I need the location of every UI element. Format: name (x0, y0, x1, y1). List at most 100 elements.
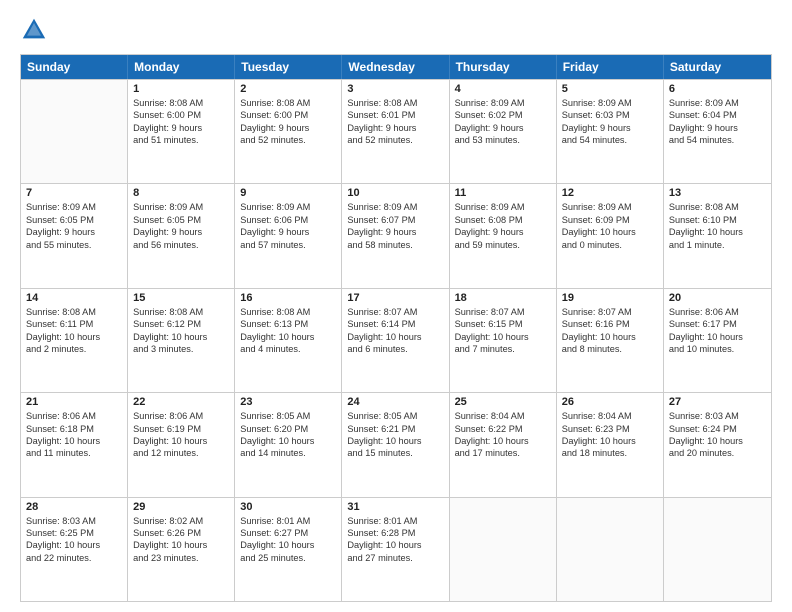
calendar-cell: 1Sunrise: 8:08 AMSunset: 6:00 PMDaylight… (128, 80, 235, 183)
cell-line: and 4 minutes. (240, 343, 336, 355)
calendar-cell: 6Sunrise: 8:09 AMSunset: 6:04 PMDaylight… (664, 80, 771, 183)
cell-line: Sunset: 6:02 PM (455, 109, 551, 121)
cell-line: and 3 minutes. (133, 343, 229, 355)
cell-line: Sunset: 6:24 PM (669, 423, 766, 435)
calendar-cell: 20Sunrise: 8:06 AMSunset: 6:17 PMDayligh… (664, 289, 771, 392)
cell-line: Sunrise: 8:03 AM (26, 515, 122, 527)
cell-line: Sunrise: 8:08 AM (240, 306, 336, 318)
cell-line: Sunset: 6:27 PM (240, 527, 336, 539)
cell-line: Sunrise: 8:09 AM (26, 201, 122, 213)
cell-line: Daylight: 10 hours (562, 331, 658, 343)
cell-line: Sunrise: 8:08 AM (669, 201, 766, 213)
calendar-cell: 9Sunrise: 8:09 AMSunset: 6:06 PMDaylight… (235, 184, 342, 287)
calendar-cell (450, 498, 557, 601)
cell-line: Sunrise: 8:09 AM (133, 201, 229, 213)
cell-line: Daylight: 10 hours (562, 435, 658, 447)
cell-line: Daylight: 10 hours (347, 539, 443, 551)
cell-line: Sunset: 6:08 PM (455, 214, 551, 226)
cell-line: Daylight: 9 hours (455, 122, 551, 134)
cell-line: Daylight: 10 hours (669, 435, 766, 447)
cell-line: and 20 minutes. (669, 447, 766, 459)
day-number: 9 (240, 187, 336, 199)
cell-line: Sunrise: 8:04 AM (455, 410, 551, 422)
calendar-cell: 28Sunrise: 8:03 AMSunset: 6:25 PMDayligh… (21, 498, 128, 601)
day-number: 16 (240, 292, 336, 304)
cell-line: Daylight: 10 hours (455, 435, 551, 447)
calendar-row: 7Sunrise: 8:09 AMSunset: 6:05 PMDaylight… (21, 183, 771, 287)
cell-line: and 52 minutes. (347, 134, 443, 146)
day-number: 4 (455, 83, 551, 95)
cell-line: Daylight: 10 hours (26, 331, 122, 343)
cell-line: and 27 minutes. (347, 552, 443, 564)
cell-line: Sunrise: 8:09 AM (562, 97, 658, 109)
cell-line: and 0 minutes. (562, 239, 658, 251)
calendar-cell: 30Sunrise: 8:01 AMSunset: 6:27 PMDayligh… (235, 498, 342, 601)
cell-line: and 6 minutes. (347, 343, 443, 355)
calendar-row: 14Sunrise: 8:08 AMSunset: 6:11 PMDayligh… (21, 288, 771, 392)
calendar-cell (664, 498, 771, 601)
cell-line: and 57 minutes. (240, 239, 336, 251)
cell-line: and 58 minutes. (347, 239, 443, 251)
calendar-header-cell: Sunday (21, 55, 128, 79)
calendar-cell (21, 80, 128, 183)
cell-line: Sunrise: 8:08 AM (26, 306, 122, 318)
calendar-row: 1Sunrise: 8:08 AMSunset: 6:00 PMDaylight… (21, 79, 771, 183)
cell-line: and 17 minutes. (455, 447, 551, 459)
cell-line: Sunset: 6:22 PM (455, 423, 551, 435)
day-number: 12 (562, 187, 658, 199)
day-number: 18 (455, 292, 551, 304)
calendar-cell: 25Sunrise: 8:04 AMSunset: 6:22 PMDayligh… (450, 393, 557, 496)
cell-line: and 10 minutes. (669, 343, 766, 355)
cell-line: Sunrise: 8:08 AM (347, 97, 443, 109)
cell-line: Sunrise: 8:05 AM (347, 410, 443, 422)
cell-line: Daylight: 10 hours (347, 435, 443, 447)
calendar-cell: 27Sunrise: 8:03 AMSunset: 6:24 PMDayligh… (664, 393, 771, 496)
cell-line: Sunrise: 8:06 AM (669, 306, 766, 318)
day-number: 23 (240, 396, 336, 408)
cell-line: Sunset: 6:14 PM (347, 318, 443, 330)
page: SundayMondayTuesdayWednesdayThursdayFrid… (0, 0, 792, 612)
cell-line: Daylight: 10 hours (26, 435, 122, 447)
calendar-body: 1Sunrise: 8:08 AMSunset: 6:00 PMDaylight… (21, 79, 771, 601)
calendar: SundayMondayTuesdayWednesdayThursdayFrid… (20, 54, 772, 602)
day-number: 22 (133, 396, 229, 408)
cell-line: and 18 minutes. (562, 447, 658, 459)
cell-line: Sunset: 6:00 PM (133, 109, 229, 121)
cell-line: Sunset: 6:04 PM (669, 109, 766, 121)
cell-line: and 59 minutes. (455, 239, 551, 251)
calendar-cell: 31Sunrise: 8:01 AMSunset: 6:28 PMDayligh… (342, 498, 449, 601)
calendar-cell: 21Sunrise: 8:06 AMSunset: 6:18 PMDayligh… (21, 393, 128, 496)
cell-line: Sunset: 6:13 PM (240, 318, 336, 330)
cell-line: Daylight: 10 hours (133, 435, 229, 447)
cell-line: Sunrise: 8:09 AM (240, 201, 336, 213)
cell-line: and 14 minutes. (240, 447, 336, 459)
cell-line: Sunrise: 8:09 AM (455, 201, 551, 213)
cell-line: Sunrise: 8:09 AM (562, 201, 658, 213)
cell-line: Daylight: 9 hours (347, 226, 443, 238)
calendar-cell: 14Sunrise: 8:08 AMSunset: 6:11 PMDayligh… (21, 289, 128, 392)
calendar-cell: 29Sunrise: 8:02 AMSunset: 6:26 PMDayligh… (128, 498, 235, 601)
day-number: 14 (26, 292, 122, 304)
cell-line: Sunrise: 8:01 AM (347, 515, 443, 527)
calendar-cell: 8Sunrise: 8:09 AMSunset: 6:05 PMDaylight… (128, 184, 235, 287)
cell-line: Daylight: 10 hours (133, 539, 229, 551)
day-number: 13 (669, 187, 766, 199)
calendar-cell: 13Sunrise: 8:08 AMSunset: 6:10 PMDayligh… (664, 184, 771, 287)
cell-line: Daylight: 9 hours (133, 226, 229, 238)
day-number: 24 (347, 396, 443, 408)
day-number: 10 (347, 187, 443, 199)
cell-line: and 7 minutes. (455, 343, 551, 355)
day-number: 27 (669, 396, 766, 408)
cell-line: Daylight: 9 hours (455, 226, 551, 238)
cell-line: Sunset: 6:05 PM (26, 214, 122, 226)
cell-line: Sunset: 6:12 PM (133, 318, 229, 330)
calendar-header-cell: Saturday (664, 55, 771, 79)
logo (20, 16, 52, 44)
calendar-header-cell: Tuesday (235, 55, 342, 79)
calendar-cell: 17Sunrise: 8:07 AMSunset: 6:14 PMDayligh… (342, 289, 449, 392)
day-number: 21 (26, 396, 122, 408)
cell-line: and 12 minutes. (133, 447, 229, 459)
cell-line: Daylight: 10 hours (133, 331, 229, 343)
calendar-cell: 11Sunrise: 8:09 AMSunset: 6:08 PMDayligh… (450, 184, 557, 287)
cell-line: Daylight: 10 hours (669, 226, 766, 238)
